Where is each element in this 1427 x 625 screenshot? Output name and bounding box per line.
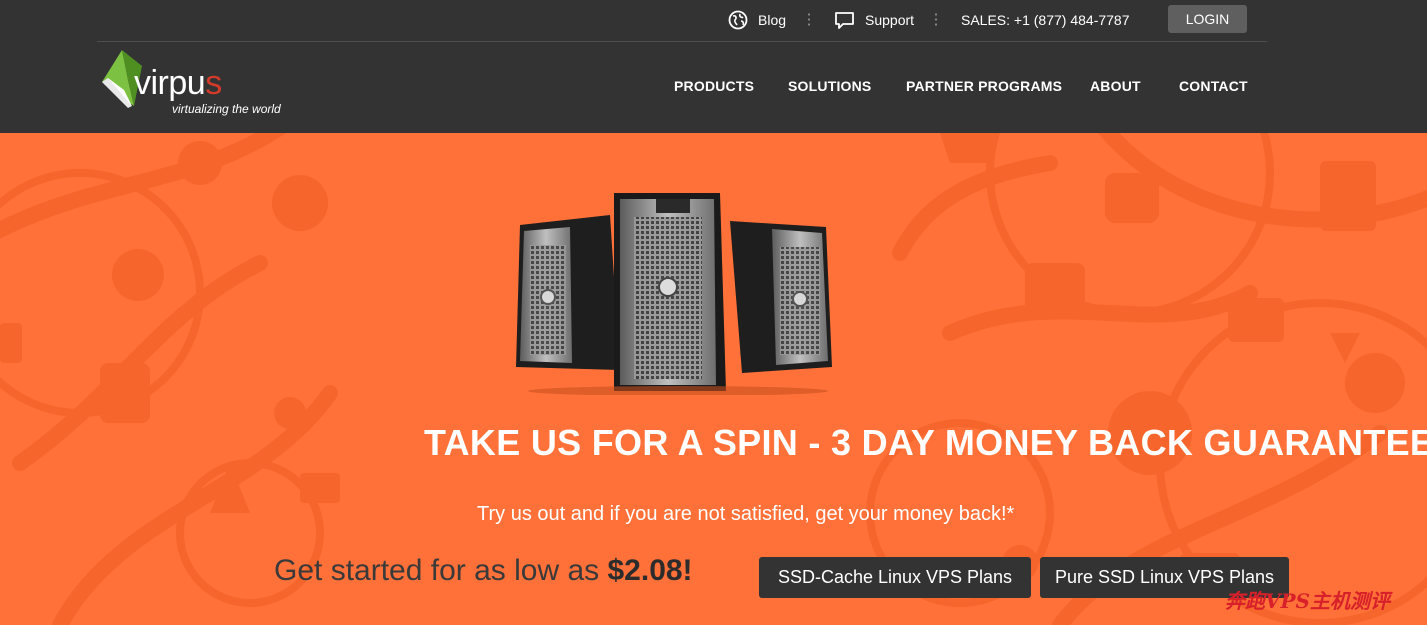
sales-phone: SALES: +1 (877) 484-7787 xyxy=(961,12,1130,28)
hero-subline: Try us out and if you are not satisfied,… xyxy=(477,503,1015,525)
pricing-amount: $2.08! xyxy=(607,554,693,587)
hero-headline: TAKE US FOR A SPIN - 3 DAY MONEY BACK GU… xyxy=(424,422,1427,463)
pricing-callout: Get started for as low as $2.08! xyxy=(274,554,693,588)
ssd-cache-plans-button[interactable]: SSD-Cache Linux VPS Plans xyxy=(759,557,1031,598)
logo-tagline: virtualizing the world xyxy=(172,102,281,116)
header-divider xyxy=(97,41,1267,42)
watermark-text: 奔跑VPS主机测评 xyxy=(1225,589,1390,613)
site-header: Blog Support SALES: +1 (877) 484-7787 LO… xyxy=(0,0,1427,133)
topbar-divider xyxy=(808,12,810,28)
nav-item-partner-programs[interactable]: PARTNER PROGRAMS xyxy=(906,78,1062,94)
support-label: Support xyxy=(865,12,915,28)
nav-item-products[interactable]: PRODUCTS xyxy=(674,78,754,94)
virpus-logo[interactable]: virpus virtualizing the world xyxy=(98,46,298,122)
support-link[interactable]: Support xyxy=(834,9,914,31)
login-button[interactable]: LOGIN xyxy=(1168,5,1247,33)
nav-item-about[interactable]: ABOUT xyxy=(1090,78,1141,94)
blog-label: Blog xyxy=(758,12,787,28)
pricing-prefix: Get started for as low as xyxy=(274,554,608,587)
blog-link[interactable]: Blog xyxy=(728,9,786,31)
nav-item-contact[interactable]: CONTACT xyxy=(1179,78,1248,94)
logo-wordmark: virpus xyxy=(134,64,222,102)
hero-banner: TAKE US FOR A SPIN - 3 DAY MONEY BACK GU… xyxy=(0,133,1427,625)
chat-bubble-icon xyxy=(835,12,854,29)
topbar-divider xyxy=(935,12,937,28)
server-towers-illustration xyxy=(516,193,832,395)
globe-icon xyxy=(728,10,748,30)
nav-item-solutions[interactable]: SOLUTIONS xyxy=(788,78,871,94)
